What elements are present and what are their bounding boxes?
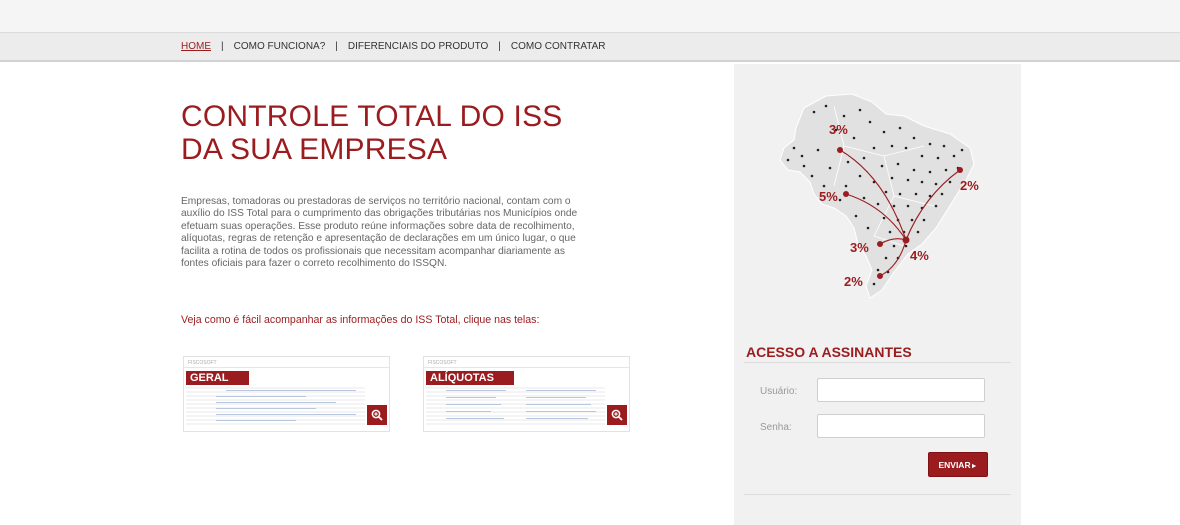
map-label-5pct: 5% bbox=[819, 189, 838, 204]
zoom-in-icon[interactable] bbox=[367, 405, 387, 425]
zoom-in-icon[interactable] bbox=[607, 405, 627, 425]
intro-paragraph: Empresas, tomadoras ou prestadoras de se… bbox=[181, 196, 578, 270]
nav-item-como-contratar[interactable]: COMO CONTRATAR bbox=[511, 41, 606, 52]
arrow-right-icon: ► bbox=[970, 462, 978, 470]
map-label-3pct-north: 3% bbox=[829, 122, 848, 137]
password-label: Senha: bbox=[760, 422, 792, 433]
send-button-label: ENVIAR bbox=[938, 459, 971, 470]
thumb-table-preview bbox=[426, 387, 605, 427]
hero-title-line2: DA SUA EMPRESA bbox=[181, 133, 448, 166]
access-title: ACESSO A ASSINANTES bbox=[746, 344, 912, 360]
sidebar: 3% 5% 2% 3% 4% 2% ACESSO A ASSINANTES Us… bbox=[734, 64, 1021, 525]
thumb-badge-aliquotas: ALÍQUOTAS bbox=[426, 371, 514, 385]
hero-title-line1: CONTROLE TOTAL DO ISS bbox=[181, 100, 563, 133]
map-label-3pct-south: 3% bbox=[850, 240, 869, 255]
screen-thumbnail-geral[interactable]: FISCOSOFT GERAL bbox=[183, 356, 390, 432]
thumb-brand: FISCOSOFT bbox=[428, 360, 457, 366]
access-divider-top bbox=[744, 362, 1011, 363]
cta-text: Veja como é fácil acompanhar as informaç… bbox=[181, 314, 540, 326]
map-label-4pct: 4% bbox=[910, 248, 929, 263]
brazil-map: 3% 5% 2% 3% 4% 2% bbox=[774, 86, 984, 301]
brazil-map-shape bbox=[779, 93, 975, 299]
map-label-2pct-east: 2% bbox=[960, 178, 979, 193]
access-divider-bottom bbox=[744, 494, 1011, 495]
user-field[interactable] bbox=[817, 378, 985, 402]
user-label: Usuário: bbox=[760, 386, 798, 397]
nav-item-home[interactable]: HOME bbox=[181, 41, 211, 52]
nav-separator: | bbox=[498, 41, 501, 52]
password-field[interactable] bbox=[817, 414, 985, 438]
thumb-divider bbox=[424, 367, 629, 368]
map-label-2pct-south: 2% bbox=[844, 274, 863, 289]
nav-separator: | bbox=[221, 41, 224, 52]
nav-items: HOME | COMO FUNCIONA? | DIFERENCIAIS DO PROD… bbox=[181, 41, 606, 52]
hero-title: CONTROLE TOTAL DO ISS DA SUA EMPRESA bbox=[181, 100, 601, 166]
screen-thumbnail-aliquotas[interactable]: FISCOSOFT ALÍQUOTAS bbox=[423, 356, 630, 432]
thumb-divider bbox=[184, 367, 389, 368]
nav-item-como-funciona[interactable]: COMO FUNCIONA? bbox=[234, 41, 326, 52]
main-nav: HOME | COMO FUNCIONA? | DIFERENCIAIS DO PROD… bbox=[0, 32, 1180, 62]
send-button[interactable]: ENVIAR► bbox=[928, 452, 988, 477]
thumb-table-preview bbox=[186, 387, 365, 427]
thumb-badge-geral: GERAL bbox=[186, 371, 249, 385]
top-strip bbox=[0, 0, 1180, 32]
thumb-brand: FISCOSOFT bbox=[188, 360, 217, 366]
nav-separator: | bbox=[335, 41, 338, 52]
nav-item-diferenciais[interactable]: DIFERENCIAIS DO PRODUTO bbox=[348, 41, 488, 52]
